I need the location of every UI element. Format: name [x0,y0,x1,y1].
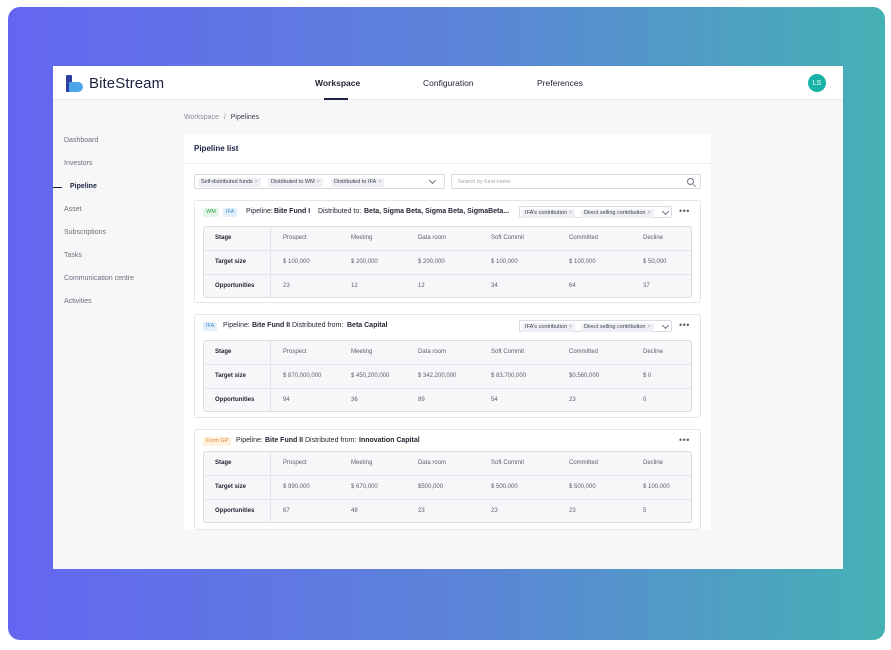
table-row: Opportunities 23 12 12 34 64 37 [204,274,691,297]
table-row: Target size $ 100,000 $ 200,000 $ 200,00… [204,250,691,274]
distribution-label: Distributed from: [305,437,357,444]
remove-chip-icon: × [316,179,320,185]
table-row: Stage Prospect Meeting Data room Soft Co… [215,235,664,241]
tag-wm: WM [203,208,219,217]
page-title: Pipeline list [194,144,239,153]
pipeline-stage-table: Stage Prospect Meeting Data room Soft Co… [203,226,692,298]
contribution-select[interactable]: IFA's contribution × Direct selling contr… [519,320,672,332]
chevron-down-icon[interactable] [428,176,437,185]
pipeline-list-panel: Pipeline list Self-distributed funds × Di… [184,134,711,530]
nav-preferences[interactable]: Preferences [537,78,583,88]
card-header: WM IFA Pipeline: Bite Fund I Distributed… [195,201,700,223]
more-options-icon[interactable]: ••• [679,321,690,330]
breadcrumb: Workspace / Pipelines [184,114,259,121]
search-icon[interactable] [687,178,694,185]
remove-chip-icon: × [378,179,382,185]
sidebar-item-pipeline[interactable]: Pipeline [70,183,97,190]
table-row: Target size $ 990,000 $ 670,000 $500,000… [204,475,691,499]
chip-direct-selling-contribution[interactable]: Direct selling contribution × [581,322,654,332]
breadcrumb-separator: / [223,114,226,121]
brand-name: BiteStream [89,75,165,92]
table-row: Opportunities 94 36 89 54 23 0 [204,388,691,411]
tag-from-gp: From GP [203,437,232,446]
pipeline-card: From GP Pipeline: Bite Fund II Distribut… [194,429,701,530]
pipeline-stage-table: Stage Prospect Meeting Data room Soft Co… [203,451,692,523]
filter-chip-self-distributed[interactable]: Self-distributed funds × [198,178,261,187]
chip-ifa-contribution[interactable]: IFA's contribution × [522,322,576,332]
distribution-value: Beta Capital [347,322,388,329]
nav-workspace[interactable]: Workspace [315,78,360,88]
remove-chip-icon: × [569,323,573,330]
card-header: From GP Pipeline: Bite Fund II Distribut… [195,430,700,452]
nav-active-indicator [324,98,348,100]
nav-configuration[interactable]: Configuration [423,78,474,88]
tag-ifa: IFA [223,208,238,217]
more-options-icon[interactable]: ••• [679,436,690,445]
pipeline-stage-table: Stage Prospect Meeting Data room Soft Co… [203,340,692,412]
chevron-down-icon[interactable] [661,321,670,330]
fund-name[interactable]: Bite Fund II [252,322,290,329]
pipeline-label: Pipeline: [236,437,263,444]
card-header: IFA Pipeline: Bite Fund II Distributed f… [195,315,700,337]
divider [184,163,711,164]
distribution-label: Distributed from: [292,322,344,329]
fund-name[interactable]: Bite Fund I [274,208,310,215]
sidebar-item-subscriptions[interactable]: Subscriptions [64,229,106,236]
chip-direct-selling-contribution[interactable]: Direct selling contribution × [581,208,654,218]
table-row: Stage Prospect Meeting Data room Soft Co… [215,349,664,355]
filter-chip-distributed-wm[interactable]: Distributed to WM × [268,178,323,187]
sidebar-item-investors[interactable]: Investors [64,160,92,167]
tag-ifa: IFA [203,322,218,331]
table-row: Target size $ 870,000,000 $ 450,200,000 … [204,364,691,388]
table-row: Stage Prospect Meeting Data room Soft Co… [215,460,664,466]
pipeline-label: Pipeline: [246,208,273,215]
fund-name[interactable]: Bite Fund II [265,437,303,444]
distribution-value: Innovation Capital [359,437,420,444]
distribution-filter-select[interactable]: Self-distributed funds × Distributed to W… [194,174,445,189]
sidebar-item-communication-centre[interactable]: Communication centre [64,275,134,282]
chip-ifa-contribution[interactable]: IFA's contribution × [522,208,576,218]
table-row: Opportunities 67 48 23 23 23 5 [204,499,691,522]
app-window: BiteStream Workspace Configuration Prefe… [53,66,843,569]
brand-logo[interactable]: BiteStream [66,75,164,92]
breadcrumb-workspace[interactable]: Workspace [184,114,219,121]
top-bar: BiteStream Workspace Configuration Prefe… [53,66,843,100]
remove-chip-icon: × [647,323,651,330]
remove-chip-icon: × [647,209,651,216]
sidebar-item-asset[interactable]: Asset [64,206,82,213]
pipeline-label: Pipeline: [223,322,250,329]
bitestream-logo-icon [66,75,83,92]
contribution-select[interactable]: IFA's contribution × Direct selling contr… [519,206,672,218]
filter-chip-distributed-ifa[interactable]: Distributed to IFA × [331,178,385,187]
remove-chip-icon: × [569,209,573,216]
pipeline-card: WM IFA Pipeline: Bite Fund I Distributed… [194,200,701,303]
distribution-label: Distributed to: [318,208,362,215]
sidebar-item-activities[interactable]: Activities [64,298,92,305]
more-options-icon[interactable]: ••• [679,207,690,216]
pipeline-card: IFA Pipeline: Bite Fund II Distributed f… [194,314,701,418]
sidebar-item-tasks[interactable]: Tasks [64,252,82,259]
chevron-down-icon[interactable] [661,207,670,216]
sidebar-active-marker [53,186,62,188]
sidebar-item-dashboard[interactable]: Dashboard [64,137,98,144]
breadcrumb-current: Pipelines [230,114,260,121]
user-avatar[interactable]: LS [808,74,826,92]
search-placeholder: Search by fund name [458,178,511,185]
remove-chip-icon: × [254,179,258,185]
search-input[interactable]: Search by fund name [451,174,701,189]
distribution-value: Beta, Sigma Beta, Sigma Beta, SigmaBeta.… [364,208,510,215]
